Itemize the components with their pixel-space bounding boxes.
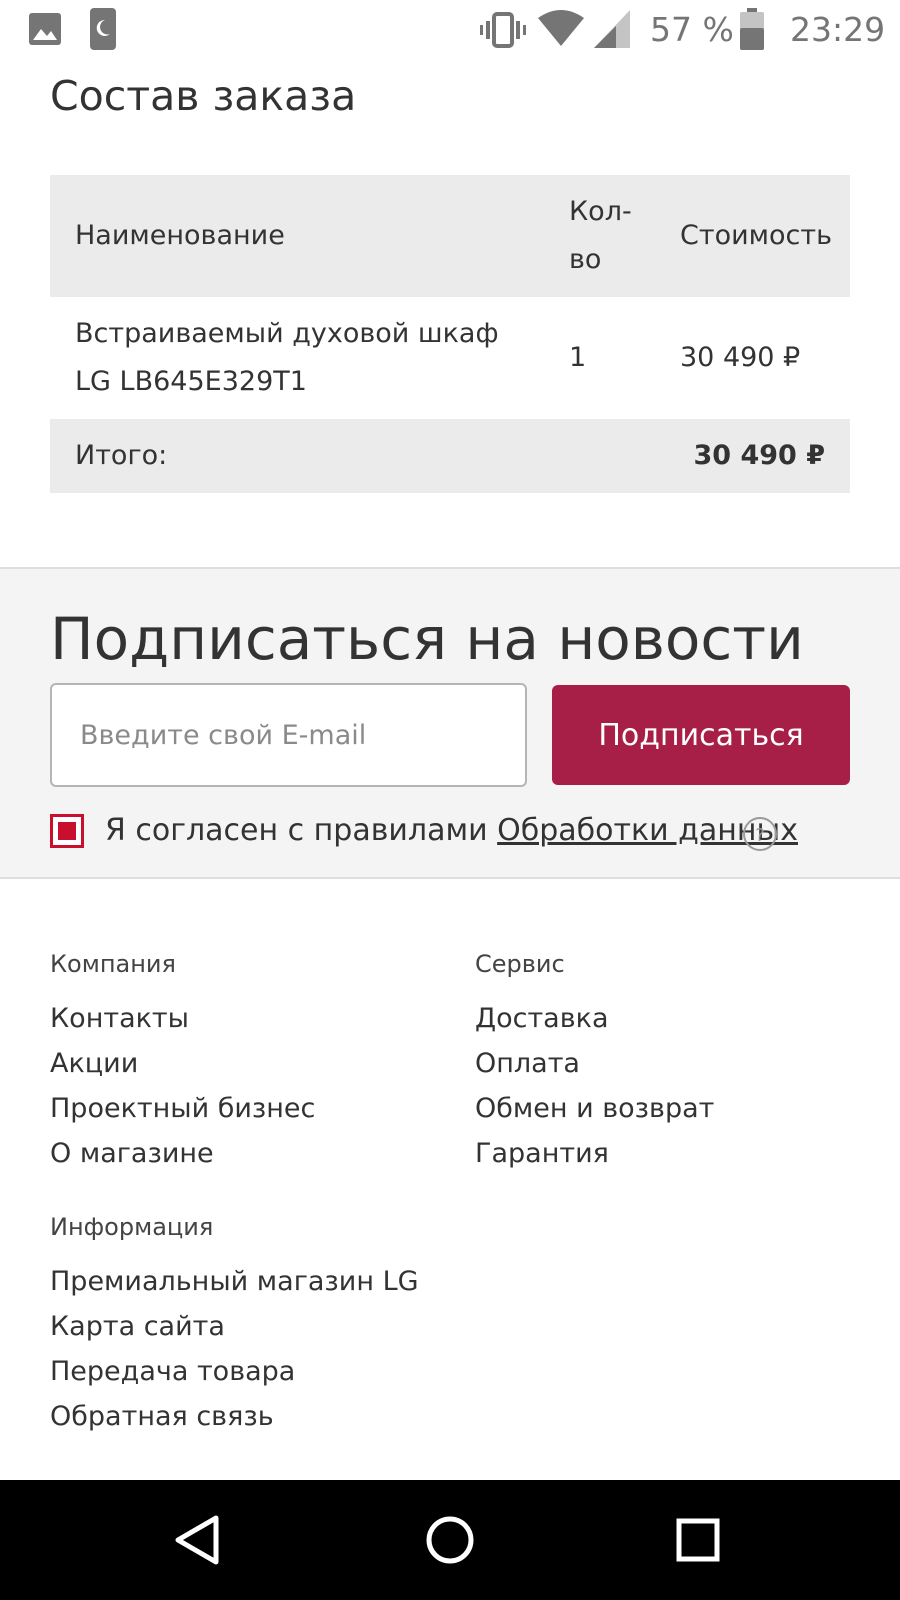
footer-link-project-business[interactable]: Проектный бизнес [50,1086,450,1131]
order-title: Состав заказа [50,72,357,120]
navigation-bar [0,1480,900,1600]
total-label: Итого: [75,440,168,471]
footer-link-promotions[interactable]: Акции [50,1041,450,1086]
footer-info: Информация Премиальный магазин LG Карта … [50,1213,650,1439]
footer-link-contacts[interactable]: Контакты [50,996,450,1041]
total-value: 30 490 ₽ [693,440,825,471]
footer-link-feedback[interactable]: Обратная связь [50,1394,650,1439]
footer-heading-info: Информация [50,1213,214,1241]
table-header: Наименование Кол-во Стоимость [50,175,850,297]
footer-link-about-store[interactable]: О магазине [50,1131,450,1176]
table-total-row: Итого: 30 490 ₽ [50,419,850,493]
wifi-icon [538,10,584,46]
home-icon[interactable] [418,1508,482,1572]
subscribe-button[interactable]: Подписаться [552,685,850,785]
header-name: Наименование [75,220,285,251]
help-icon[interactable]: ? [742,816,778,852]
battery-percent: 57 % [650,10,734,49]
clock: 23:29 [790,10,886,49]
item-name: Встраиваемый духовой шкаф LG LB645E329T1 [75,318,499,397]
header-qty: Кол-во [569,196,632,275]
table-row: Встраиваемый духовой шкаф LG LB645E329T1… [50,297,850,419]
email-input[interactable] [50,683,527,787]
status-bar: 57 % 23:29 [0,0,900,62]
consent-label: Я согласен с правилами [105,813,488,848]
footer-link-sitemap[interactable]: Карта сайта [50,1304,650,1349]
footer-link-premium-store[interactable]: Премиальный магазин LG [50,1259,650,1304]
item-price: 30 490 ₽ [680,342,801,373]
item-qty: 1 [569,342,587,373]
footer-link-payment[interactable]: Оплата [475,1041,875,1086]
footer-heading-company: Компания [50,950,176,978]
moon-icon [90,8,116,50]
consent-text: Я согласен с правилами Обработки данных [105,813,798,848]
image-icon [29,13,61,45]
cellular-signal-icon [594,10,630,48]
back-icon[interactable] [166,1508,230,1572]
battery-icon [740,8,764,50]
vibrate-icon [480,12,526,48]
footer-company: Компания Контакты Акции Проектный бизнес… [50,950,450,1176]
checkbox-check-mark [58,822,76,840]
order-table: Наименование Кол-во Стоимость Встраиваем… [50,175,850,493]
recents-icon[interactable] [666,1508,730,1572]
footer-link-warranty[interactable]: Гарантия [475,1131,875,1176]
subscribe-title: Подписаться на новости [50,605,804,673]
footer-link-delivery[interactable]: Доставка [475,996,875,1041]
footer-service: Сервис Доставка Оплата Обмен и возврат Г… [475,950,875,1176]
footer-link-goods-transfer[interactable]: Передача товара [50,1349,650,1394]
footer-link-exchange-return[interactable]: Обмен и возврат [475,1086,875,1131]
header-price: Стоимость [680,220,833,251]
consent-checkbox[interactable] [50,814,84,848]
footer-heading-service: Сервис [475,950,565,978]
svg-text:?: ? [755,825,765,846]
